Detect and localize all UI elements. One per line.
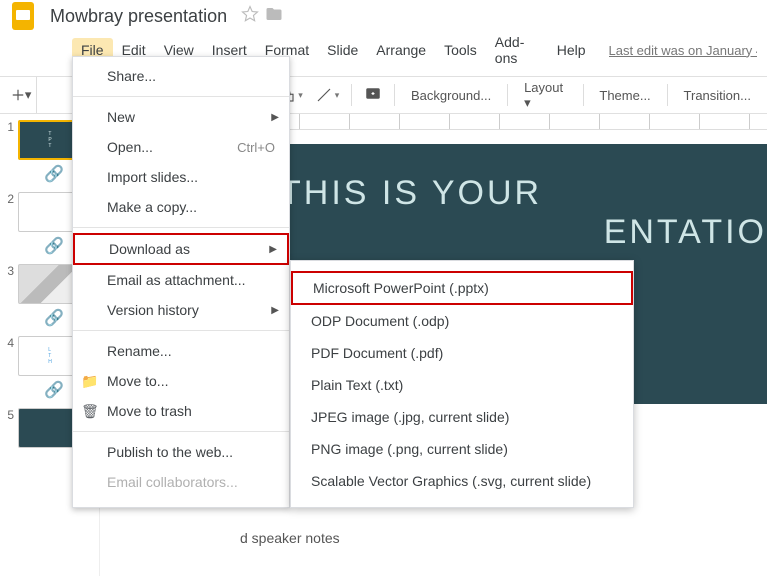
thumb-number: 2 <box>4 192 18 248</box>
menu-slide[interactable]: Slide <box>318 38 367 62</box>
link-icon: 🔗 <box>44 308 56 320</box>
toolbar-divider <box>507 84 508 106</box>
thumb-number: 1 <box>4 120 18 176</box>
menu-move-to[interactable]: 📁Move to... <box>73 366 289 396</box>
trash-icon: 🗑 <box>81 403 99 420</box>
slides-app-icon[interactable] <box>10 0 36 32</box>
menu-import-slides[interactable]: Import slides... <box>73 162 289 192</box>
theme-button[interactable]: Theme... <box>589 84 660 107</box>
submenu-svg[interactable]: Scalable Vector Graphics (.svg, current … <box>291 465 633 497</box>
menu-share[interactable]: Share... <box>73 61 289 91</box>
chevron-right-icon: ▶ <box>271 305 279 316</box>
last-edit-link[interactable]: Last edit was on January 4, 20 <box>609 43 758 58</box>
menu-arrange[interactable]: Arrange <box>367 38 435 62</box>
menu-addons[interactable]: Add-ons <box>486 30 548 70</box>
chevron-right-icon: ▶ <box>271 112 279 123</box>
chevron-right-icon: ▶ <box>269 244 277 255</box>
download-as-submenu: Microsoft PowerPoint (.pptx) ODP Documen… <box>290 260 634 508</box>
doc-title[interactable]: Mowbray presentation <box>50 6 227 27</box>
submenu-pdf[interactable]: PDF Document (.pdf) <box>291 337 633 369</box>
toolbar-divider <box>667 84 668 106</box>
submenu-pptx[interactable]: Microsoft PowerPoint (.pptx) <box>291 271 633 305</box>
thumb-number: 5 <box>4 408 18 448</box>
menu-tools[interactable]: Tools <box>435 38 486 62</box>
folder-icon: 📁 <box>81 373 99 390</box>
menu-new[interactable]: New▶ <box>73 102 289 132</box>
link-icon: 🔗 <box>44 236 56 248</box>
submenu-png[interactable]: PNG image (.png, current slide) <box>291 433 633 465</box>
menu-separator <box>73 227 289 228</box>
menu-email-collaborators[interactable]: Email collaborators... <box>73 467 289 497</box>
toolbar-divider <box>394 84 395 106</box>
background-button[interactable]: Background... <box>401 84 501 107</box>
menu-download-as[interactable]: Download as▶ <box>73 233 289 265</box>
line-tool-icon[interactable]: ▾ <box>309 82 346 108</box>
link-icon: 🔗 <box>44 164 56 176</box>
transition-button[interactable]: Transition... <box>674 84 761 107</box>
menu-open[interactable]: Open...Ctrl+O <box>73 132 289 162</box>
star-icon[interactable] <box>241 5 259 28</box>
link-icon: 🔗 <box>44 380 56 392</box>
speaker-notes-hint[interactable]: d speaker notes <box>240 530 340 546</box>
menu-make-copy[interactable]: Make a copy... <box>73 192 289 222</box>
menu-move-trash[interactable]: 🗑Move to trash <box>73 396 289 426</box>
submenu-jpeg[interactable]: JPEG image (.jpg, current slide) <box>291 401 633 433</box>
menu-help[interactable]: Help <box>548 38 595 62</box>
menu-version-history[interactable]: Version history▶ <box>73 295 289 325</box>
menu-rename[interactable]: Rename... <box>73 336 289 366</box>
folder-icon[interactable] <box>265 5 283 28</box>
thumb-number: 3 <box>4 264 18 320</box>
toolbar-divider <box>351 84 352 106</box>
file-dropdown: Share... New▶ Open...Ctrl+O Import slide… <box>72 56 290 508</box>
menu-separator <box>73 431 289 432</box>
menu-separator <box>73 96 289 97</box>
menu-email-attachment[interactable]: Email as attachment... <box>73 265 289 295</box>
thumb-number: 4 <box>4 336 18 392</box>
slide-title-line1: THIS IS YOUR <box>280 174 767 213</box>
shortcut-label: Ctrl+O <box>237 140 275 155</box>
menu-separator <box>73 330 289 331</box>
submenu-odp[interactable]: ODP Document (.odp) <box>291 305 633 337</box>
toolbar-divider <box>583 84 584 106</box>
menu-publish-web[interactable]: Publish to the web... <box>73 437 289 467</box>
layout-button[interactable]: Layout ▾ <box>514 76 576 115</box>
submenu-txt[interactable]: Plain Text (.txt) <box>291 369 633 401</box>
new-slide-button[interactable]: ▾ <box>6 77 37 113</box>
comment-tool-icon[interactable] <box>358 82 388 108</box>
slide-title-line2: ENTATIO <box>280 213 767 252</box>
